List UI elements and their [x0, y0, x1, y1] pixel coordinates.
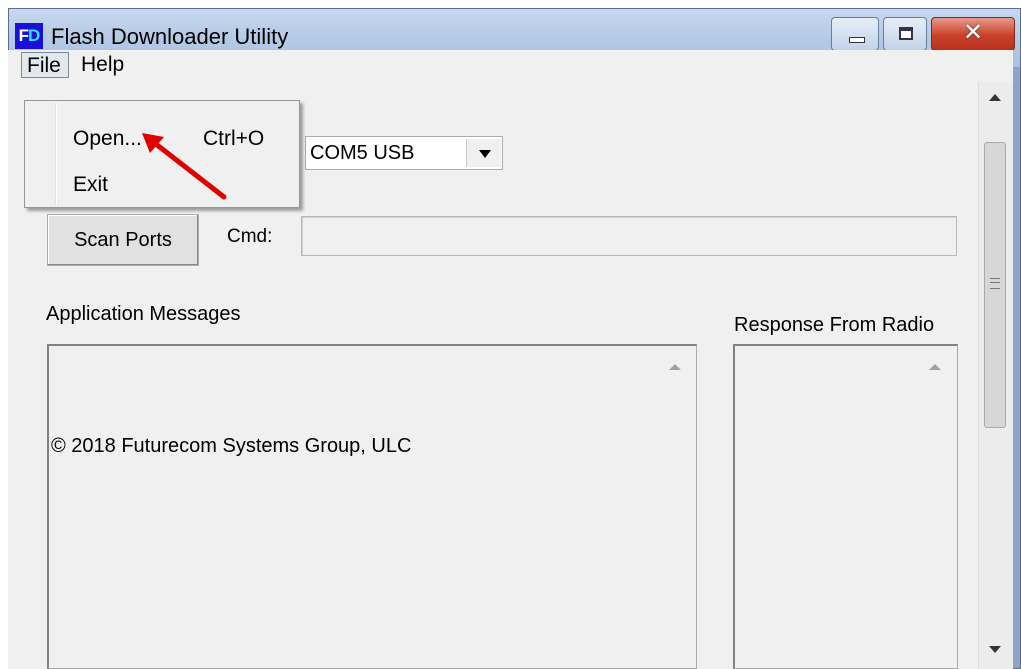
response-from-radio-label: Response From Radio — [734, 314, 935, 336]
menu-help[interactable]: Help — [76, 52, 129, 78]
scroll-up-icon[interactable] — [669, 364, 681, 370]
close-icon: ✕ — [962, 18, 984, 46]
scrollbar-thumb[interactable] — [984, 142, 1006, 428]
chevron-down-icon[interactable] — [466, 139, 501, 167]
menu-item-exit-label: Exit — [73, 173, 109, 196]
response-from-radio-box[interactable] — [733, 344, 958, 669]
maximize-icon — [899, 27, 913, 40]
scan-ports-button[interactable]: Scan Ports — [47, 214, 199, 266]
cmd-input[interactable] — [301, 216, 957, 256]
application-messages-text: © 2018 Futurecom Systems Group, ULC — [51, 435, 412, 457]
red-arrow-icon — [142, 133, 227, 200]
port-select-value: COM5 USB — [310, 142, 415, 164]
app-icon[interactable]: FD — [15, 23, 43, 49]
port-select[interactable]: COM5 USB — [305, 136, 503, 170]
maximize-button[interactable] — [883, 17, 927, 51]
menu-item-open-label: Open... — [73, 127, 142, 150]
scroll-up-icon[interactable] — [929, 364, 941, 370]
close-button[interactable]: ✕ — [931, 17, 1015, 51]
application-messages-box[interactable]: © 2018 Futurecom Systems Group, ULC — [47, 344, 697, 669]
main-scrollbar[interactable] — [978, 82, 1013, 669]
window-title: Flash Downloader Utility — [51, 24, 289, 49]
scroll-up-icon[interactable] — [989, 94, 1001, 101]
application-messages-label: Application Messages — [46, 303, 241, 325]
minimize-icon — [849, 37, 865, 43]
scroll-down-icon[interactable] — [989, 646, 1001, 653]
menu-bar: File Help — [8, 50, 1013, 82]
minimize-button[interactable] — [831, 17, 879, 51]
cmd-label: Cmd: — [227, 226, 273, 247]
menu-file[interactable]: File — [21, 52, 69, 78]
grip-icon — [990, 278, 1000, 289]
